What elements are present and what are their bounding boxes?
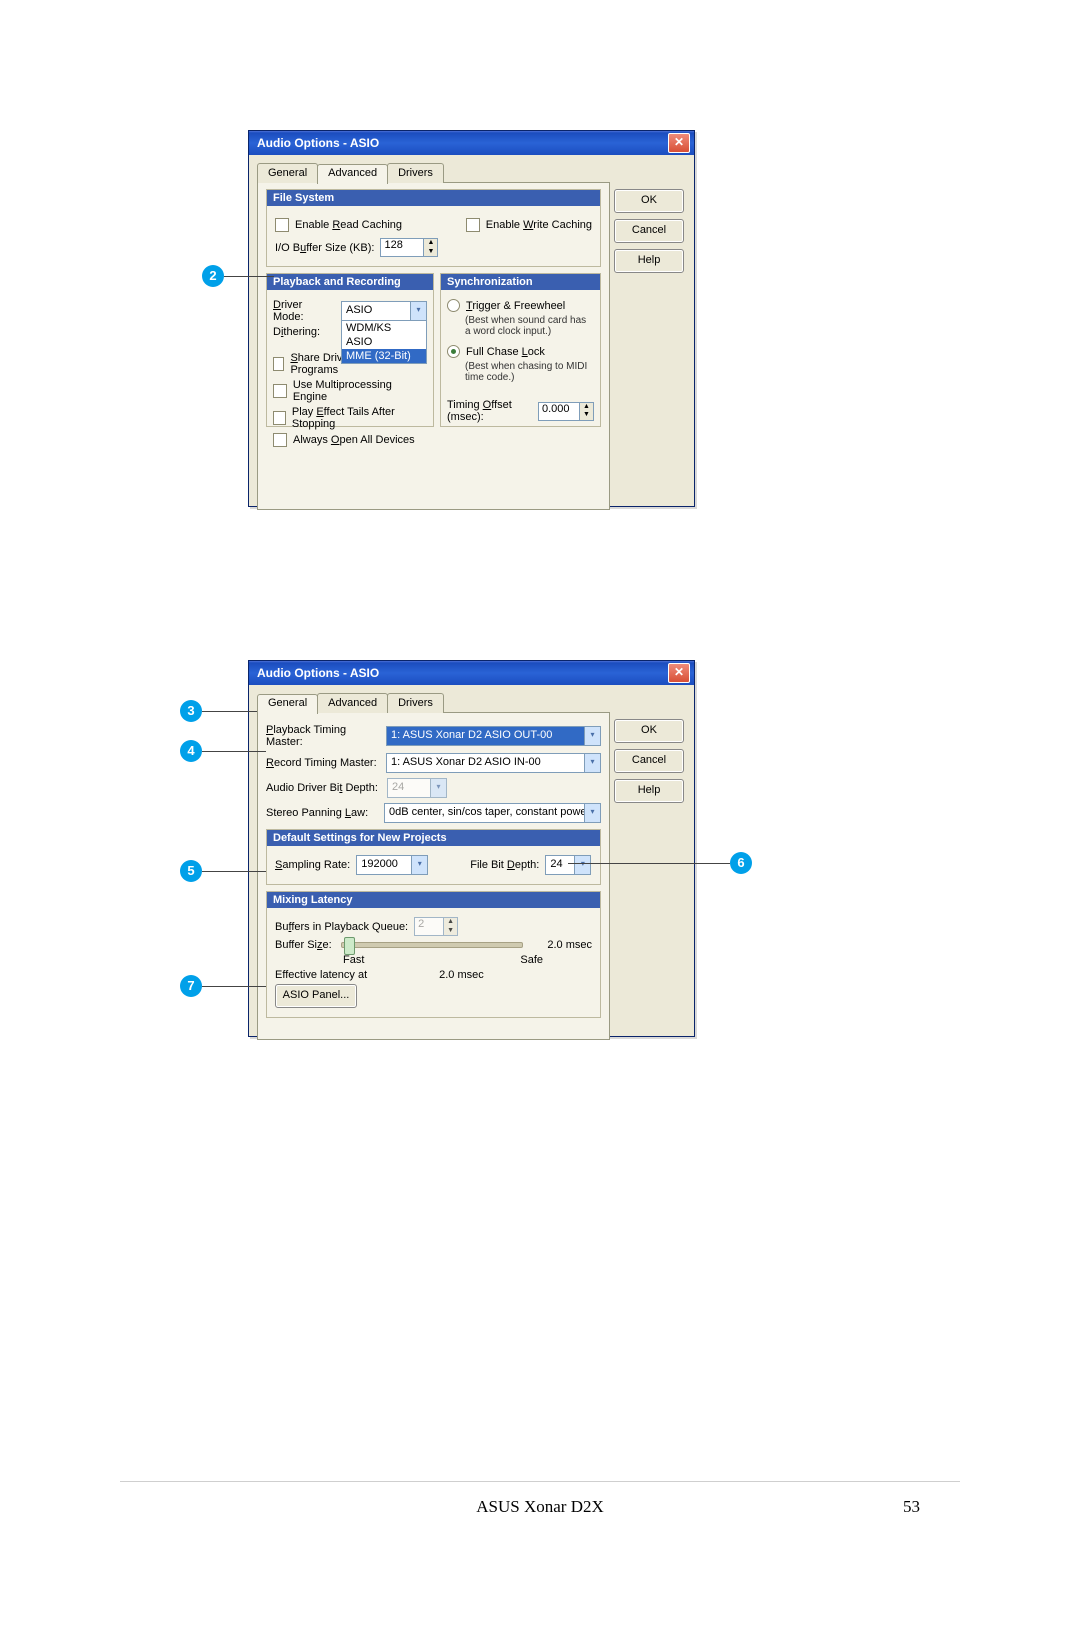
label-sampling-rate: Sampling Rate: (275, 859, 350, 871)
callout-4: 4 (180, 740, 202, 762)
tab-general[interactable]: General (257, 163, 318, 183)
label-record-master: Record Timing Master: (266, 757, 380, 769)
label-dithering: Dithering: (273, 326, 335, 338)
footer-page: 53 (903, 1497, 920, 1517)
section-mixing: Mixing Latency (267, 892, 600, 908)
label-full-chase: Full Chase Lock (466, 346, 545, 358)
chevron-down-icon: ▾ (584, 727, 600, 745)
select-file-bit-depth[interactable]: 24 ▾ (545, 855, 591, 875)
label-effective-latency: Effective latency at (275, 969, 367, 981)
footer-product: ASUS Xonar D2X (476, 1497, 604, 1517)
titlebar[interactable]: Audio Options - ASIO ✕ (249, 661, 694, 685)
callout-3: 3 (180, 700, 202, 722)
section-defaults: Default Settings for New Projects (267, 830, 600, 846)
checkbox-effect-tails[interactable] (273, 411, 286, 425)
label-buffers-queue: Buffers in Playback Queue: (275, 921, 408, 933)
label-fast: Fast (343, 954, 364, 966)
label-always-open: Always Open All Devices (293, 434, 415, 446)
hint-trigger: (Best when sound card has a word clock i… (465, 315, 594, 337)
label-multiproc: Use Multiprocessing Engine (293, 379, 427, 403)
label-write-caching: Enable Write Caching (486, 219, 592, 231)
chevron-down-icon: ▾ (411, 856, 427, 874)
radio-trigger[interactable] (447, 299, 460, 312)
ok-button[interactable]: OK (614, 189, 684, 213)
value-effective-latency: 2.0 msec (439, 969, 484, 981)
titlebar[interactable]: Audio Options - ASIO ✕ (249, 131, 694, 155)
asio-panel-button[interactable]: ASIO Panel... (275, 984, 357, 1008)
label-file-bit-depth: File Bit Depth: (470, 859, 539, 871)
help-button[interactable]: Help (614, 779, 684, 803)
select-bit-depth: 24 ▾ (387, 778, 447, 798)
chevron-down-icon: ▾ (410, 302, 426, 320)
cancel-button[interactable]: Cancel (614, 749, 684, 773)
window-title: Audio Options - ASIO (257, 666, 379, 680)
chevron-down-icon: ▾ (430, 779, 446, 797)
slider-buffer-size[interactable] (341, 942, 523, 948)
tab-advanced[interactable]: Advanced (317, 164, 388, 184)
label-safe: Safe (520, 954, 543, 966)
tab-advanced[interactable]: Advanced (317, 693, 388, 713)
spinner-timing-offset[interactable]: 0.000 ▲▼ (538, 402, 594, 421)
hint-full-chase: (Best when chasing to MIDI time code.) (465, 361, 594, 383)
label-effect-tails: Play Effect Tails After Stopping (292, 406, 427, 430)
tab-drivers[interactable]: Drivers (387, 163, 444, 183)
callout-5: 5 (180, 860, 202, 882)
spinner-up-icon: ▲ (424, 239, 437, 248)
tab-general[interactable]: General (257, 694, 318, 714)
ok-button[interactable]: OK (614, 719, 684, 743)
label-buffer-size: Buffer Size: (275, 939, 335, 951)
spinner-buffers-queue: 2 ▲▼ (414, 917, 458, 936)
label-io-buffer: I/O Buffer Size (KB): (275, 242, 374, 254)
tabpanel-advanced: File System Enable Read Caching Enable W… (257, 182, 610, 510)
chevron-down-icon: ▾ (584, 804, 600, 822)
tabpanel-general: Playback Timing Master: 1: ASUS Xonar D2… (257, 712, 610, 1040)
footer-divider (120, 1481, 960, 1482)
checkbox-write-caching[interactable] (466, 218, 480, 232)
select-sampling-rate[interactable]: 192000 ▾ (356, 855, 428, 875)
dialog-general: Audio Options - ASIO ✕ General Advanced … (248, 660, 695, 1037)
close-icon[interactable]: ✕ (668, 133, 690, 153)
radio-full-chase[interactable] (447, 345, 460, 358)
dialog-advanced: Audio Options - ASIO ✕ General Advanced … (248, 130, 695, 507)
section-file-system: File System (267, 190, 600, 206)
label-timing-offset: Timing Offset (msec): (447, 399, 532, 423)
label-read-caching: Enable Read Caching (295, 219, 402, 231)
label-driver-mode: Driver Mode: (273, 299, 335, 323)
checkbox-read-caching[interactable] (275, 218, 289, 232)
checkbox-share-drivers[interactable] (273, 357, 284, 371)
close-icon[interactable]: ✕ (668, 663, 690, 683)
checkbox-always-open[interactable] (273, 433, 287, 447)
select-record-master[interactable]: 1: ASUS Xonar D2 ASIO IN-00 ▾ (386, 753, 601, 773)
select-driver-mode[interactable]: ASIO ▾ WDM/KS ASIO MME (32-Bit) (341, 301, 427, 321)
label-trigger: Trigger & Freewheel (466, 300, 565, 312)
dropdown-driver-mode[interactable]: WDM/KS ASIO MME (32-Bit) (341, 320, 427, 364)
select-panning[interactable]: 0dB center, sin/cos taper, constant powe… (384, 803, 601, 823)
section-playback: Playback and Recording (267, 274, 433, 290)
tab-drivers[interactable]: Drivers (387, 693, 444, 713)
spinner-down-icon: ▼ (424, 248, 437, 257)
select-playback-master[interactable]: 1: ASUS Xonar D2 ASIO OUT-00 ▾ (386, 726, 601, 746)
chevron-down-icon: ▾ (584, 754, 600, 772)
value-buffer-size: 2.0 msec (547, 939, 592, 951)
callout-6: 6 (730, 852, 752, 874)
callout-7: 7 (180, 975, 202, 997)
checkbox-multiproc[interactable] (273, 384, 287, 398)
label-panning: Stereo Panning Law: (266, 807, 378, 819)
label-bit-depth: Audio Driver Bit Depth: (266, 782, 381, 794)
window-title: Audio Options - ASIO (257, 136, 379, 150)
spinner-io-buffer[interactable]: 128 ▲▼ (380, 238, 438, 257)
callout-2: 2 (202, 265, 224, 287)
help-button[interactable]: Help (614, 249, 684, 273)
chevron-down-icon: ▾ (574, 856, 590, 874)
section-sync: Synchronization (441, 274, 600, 290)
cancel-button[interactable]: Cancel (614, 219, 684, 243)
label-playback-master: Playback Timing Master: (266, 724, 380, 748)
